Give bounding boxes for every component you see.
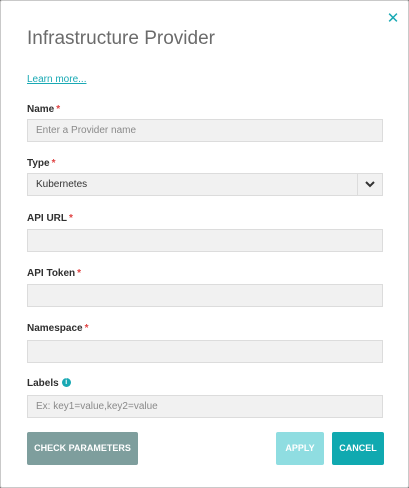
api-token-label: API Token * bbox=[27, 268, 81, 279]
api-token-input[interactable] bbox=[27, 284, 383, 307]
type-label-text: Type bbox=[27, 158, 50, 169]
cancel-button[interactable]: CANCEL bbox=[332, 432, 384, 465]
api-url-label-text: API URL bbox=[27, 213, 67, 224]
namespace-label-text: Namespace bbox=[27, 323, 83, 334]
labels-input-placeholder: Ex: key1=value,key2=value bbox=[36, 401, 158, 412]
required-marker: * bbox=[56, 104, 61, 115]
learn-more-link[interactable]: Learn more... bbox=[27, 74, 86, 85]
name-label: Name * bbox=[27, 104, 60, 115]
required-marker: * bbox=[51, 158, 56, 169]
required-marker: * bbox=[84, 323, 89, 334]
name-input-placeholder: Enter a Provider name bbox=[36, 125, 137, 136]
type-select[interactable]: Kubernetes bbox=[27, 173, 383, 196]
labels-label-text: Labels bbox=[27, 378, 59, 389]
info-icon[interactable]: i bbox=[61, 377, 71, 387]
close-icon[interactable]: ✕ bbox=[386, 11, 400, 27]
required-marker: * bbox=[69, 213, 73, 224]
type-select-value: Kubernetes bbox=[36, 179, 88, 190]
name-label-text: Name bbox=[27, 104, 55, 115]
chevron-down-icon[interactable] bbox=[357, 174, 382, 195]
api-url-label: API URL * bbox=[27, 213, 73, 224]
namespace-input[interactable] bbox=[27, 340, 383, 363]
required-marker: * bbox=[77, 268, 82, 279]
api-token-label-text: API Token bbox=[27, 268, 76, 279]
namespace-label: Namespace * bbox=[27, 323, 89, 334]
infrastructure-provider-dialog: ✕ Infrastructure Provider Learn more... … bbox=[0, 0, 409, 488]
type-label: Type * bbox=[27, 158, 56, 169]
labels-label: Labels i bbox=[27, 377, 71, 389]
dialog-title: Infrastructure Provider bbox=[27, 28, 215, 49]
name-input[interactable]: Enter a Provider name bbox=[27, 119, 383, 142]
labels-input[interactable]: Ex: key1=value,key2=value bbox=[27, 395, 383, 418]
check-parameters-button[interactable]: CHECK PARAMETERS bbox=[27, 432, 138, 465]
apply-button[interactable]: APPLY bbox=[276, 432, 324, 465]
api-url-input[interactable] bbox=[27, 229, 383, 252]
